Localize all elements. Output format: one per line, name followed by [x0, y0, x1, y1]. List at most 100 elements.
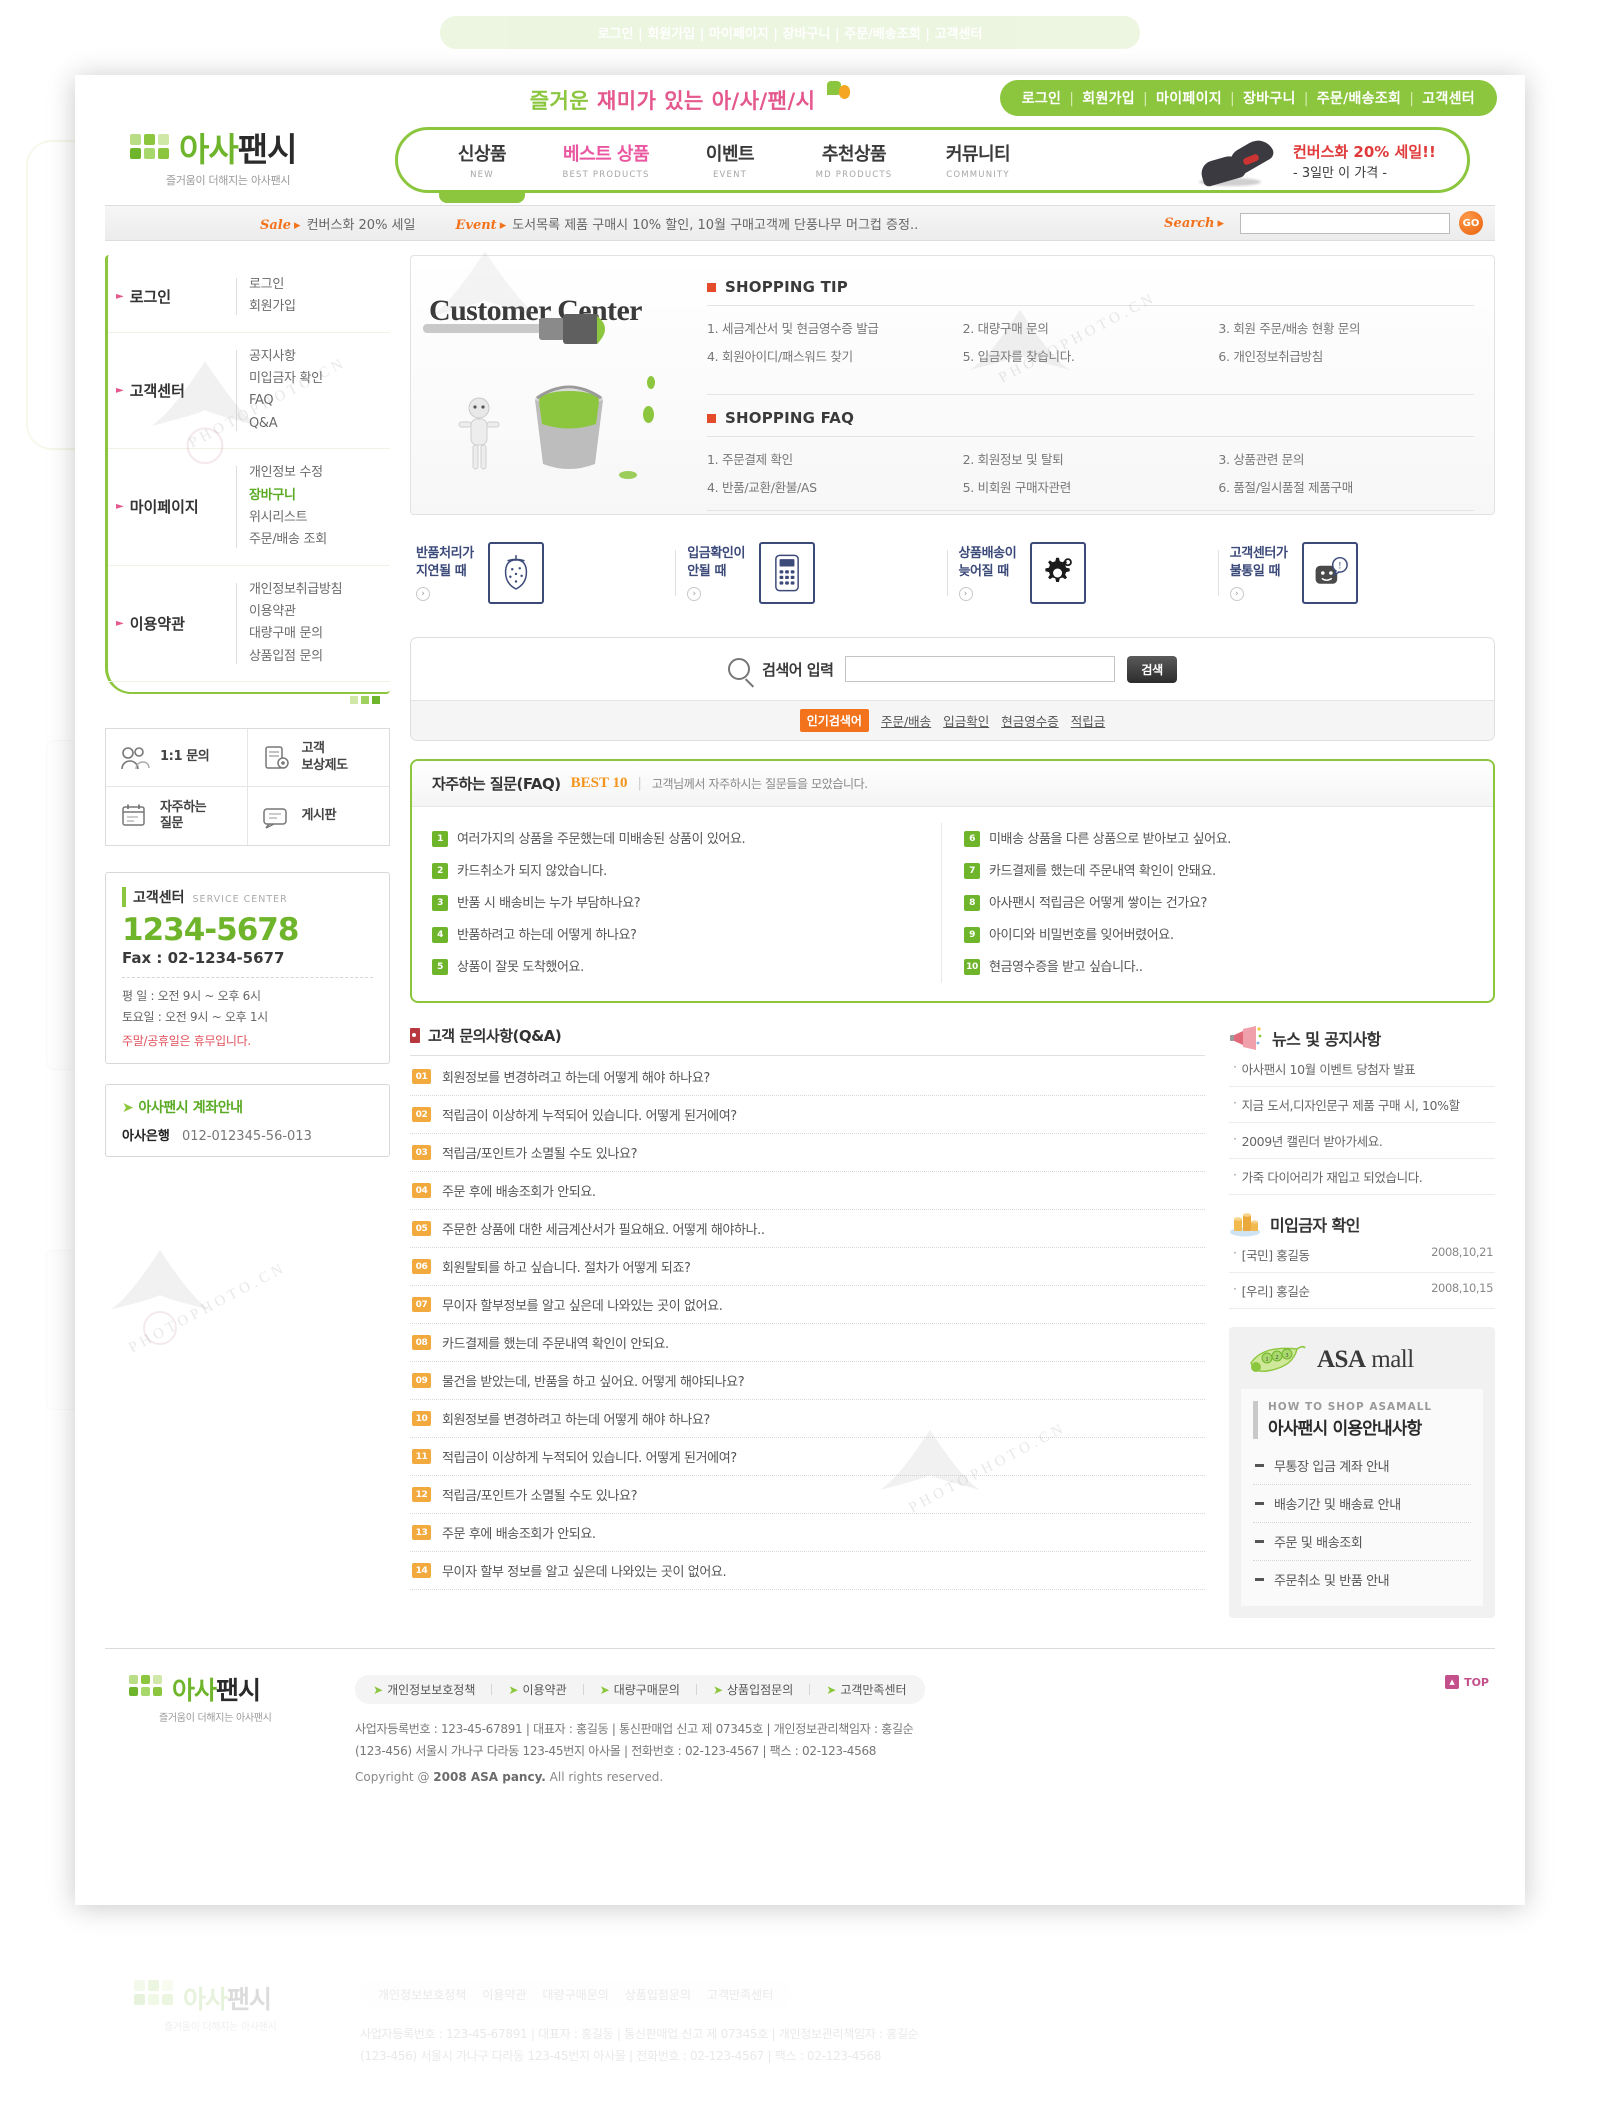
qna-item[interactable]: 10 회원정보를 변경하려고 하는데 어떻게 해야 하나요?	[410, 1400, 1205, 1438]
qna-item[interactable]: 07 무이자 할부정보를 알고 싶은데 나와있는 곳이 없어요.	[410, 1286, 1205, 1324]
sidebar-link-order-tracking[interactable]: 주문/배송 조회	[249, 529, 327, 551]
top-link-login[interactable]: 로그인	[1022, 91, 1062, 107]
sale-text[interactable]: 컨버스화 20% 세일	[307, 218, 416, 233]
asamall-link[interactable]: 배송기간 및 배송료 안내	[1253, 1485, 1471, 1523]
news-item[interactable]: · 지금 도서,디자인문구 제품 구매 시, 10%할	[1229, 1087, 1495, 1123]
qna-item[interactable]: 05 주문한 상품에 대한 세금계산서가 필요해요. 어떻게 해야하나..	[410, 1210, 1205, 1248]
faq-search-input[interactable]	[845, 656, 1116, 682]
footer-link-terms[interactable]: ➤ 이용약관	[508, 1681, 566, 1698]
scroll-to-top-button[interactable]: ▲ TOP	[1445, 1675, 1489, 1689]
sidebar-head-mypage[interactable]: ► 마이페이지	[116, 462, 236, 551]
shopping-faq-item[interactable]: 3. 상품관련 문의	[1218, 449, 1474, 468]
faq-search-button[interactable]: 검색	[1127, 655, 1177, 683]
shopping-tip-item[interactable]: 1. 세금계산서 및 현금영수증 발급	[707, 318, 963, 337]
qna-item[interactable]: 02 적립금이 이상하게 누적되어 있습니다. 어떻게 된거에여?	[410, 1096, 1205, 1134]
help-shortcut-return[interactable]: 반품처리가 지연될 때 ›	[410, 542, 681, 604]
sidebar-head-customer-center[interactable]: ► 고객센터	[116, 346, 236, 435]
faq-item[interactable]: 6 미배송 상품을 다른 상품으로 받아보고 싶어요.	[964, 823, 1473, 855]
shopping-tip-item[interactable]: 2. 대량구매 문의	[963, 318, 1219, 337]
keyword-cash-receipt[interactable]: 현금영수증	[1001, 711, 1059, 730]
sidebar-head-terms[interactable]: ► 이용약관	[116, 579, 236, 668]
sidebar-link-signup[interactable]: 회원가입	[249, 296, 296, 318]
unpaid-row[interactable]: · [우리] 홍길순 2008,10,15	[1229, 1273, 1495, 1309]
qna-item[interactable]: 09 물건을 받았는데, 반품을 하고 싶어요. 어떻게 해야되나요?	[410, 1362, 1205, 1400]
keyword-payment-check[interactable]: 입금확인	[943, 711, 989, 730]
qna-item[interactable]: 12 적립금/포인트가 소멸될 수도 있나요?	[410, 1476, 1205, 1514]
faq-item[interactable]: 5 상품이 잘못 도착했어요.	[432, 951, 941, 983]
faq-item[interactable]: 9 아이디와 비밀번호를 잊어버렸어요.	[964, 919, 1473, 951]
top-utility-links[interactable]: 로그인 | 회원가입 | 마이페이지 | 장바구니 | 주문/배송조회 | 고객센터	[999, 80, 1497, 116]
help-shortcut-contact[interactable]: 고객센터가 불통일 때 › !	[1217, 542, 1495, 604]
faq-item[interactable]: 2 카드취소가 되지 않았습니다.	[432, 855, 941, 887]
footer-link-bulk[interactable]: ➤ 대량구매문의	[600, 1681, 680, 1698]
faq-item[interactable]: 10 현금영수증을 받고 싶습니다..	[964, 951, 1473, 983]
quick-link-faq[interactable]: 자주하는 질문	[106, 787, 248, 846]
qna-item[interactable]: 01 회원정보를 변경하려고 하는데 어떻게 해야 하나요?	[410, 1058, 1205, 1096]
faq-item[interactable]: 3 반품 시 배송비는 누가 부담하나요?	[432, 887, 941, 919]
nav-item-best[interactable]: 베스트 상품 BEST PRODUCTS	[544, 140, 668, 180]
qna-item[interactable]: 04 주문 후에 배송조회가 안되요.	[410, 1172, 1205, 1210]
nav-item-md[interactable]: 추천상품 MD PRODUCTS	[792, 140, 916, 180]
chevron-right-icon[interactable]: ›	[416, 587, 430, 602]
faq-item[interactable]: 8 아사팬시 적립금은 어떻게 쌓이는 건가요?	[964, 887, 1473, 919]
top-link-cart[interactable]: 장바구니	[1243, 91, 1296, 107]
shopping-faq-item[interactable]: 2. 회원정보 및 탈퇴	[963, 449, 1219, 468]
event-text[interactable]: 도서목록 제품 구매시 10% 할인, 10월 구매고객께 단풍나무 머그컵 증…	[512, 218, 918, 233]
shopping-tip-item[interactable]: 5. 입금자를 찾습니다.	[963, 346, 1219, 365]
top-link-order-tracking[interactable]: 주문/배송조회	[1317, 91, 1402, 107]
qna-item[interactable]: 11 적립금이 이상하게 누적되어 있습니다. 어떻게 된거에여?	[410, 1438, 1205, 1476]
top-link-mypage[interactable]: 마이페이지	[1156, 91, 1222, 107]
faq-item[interactable]: 4 반품하려고 하는데 어떻게 하나요?	[432, 919, 941, 951]
shopping-faq-item[interactable]: 4. 반품/교환/환불/AS	[707, 477, 963, 496]
asamall-link[interactable]: 무통장 입금 계좌 안내	[1253, 1447, 1471, 1485]
keyword-order-delivery[interactable]: 주문/배송	[881, 711, 931, 730]
sidebar-link-wishlist[interactable]: 위시리스트	[249, 507, 327, 529]
footer-link-privacy[interactable]: ➤ 개인정보보호정책	[373, 1681, 475, 1698]
qna-item[interactable]: 14 무이자 할부 정보를 알고 싶은데 나와있는 곳이 없어요.	[410, 1552, 1205, 1590]
qna-item[interactable]: 06 회원탈퇴를 하고 싶습니다. 절차가 어떻게 되죠?	[410, 1248, 1205, 1286]
help-shortcut-delivery[interactable]: 상품배송이 늦어질 때 ›	[946, 542, 1224, 604]
qna-item[interactable]: 08 카드결제를 했는데 주문내역 확인이 안되요.	[410, 1324, 1205, 1362]
sidebar-link-login[interactable]: 로그인	[249, 274, 296, 296]
shopping-faq-item[interactable]: 6. 품절/일시품절 제품구매	[1218, 477, 1474, 496]
site-logo[interactable]: 아사팬시 즐거움이 더해지는 아사팬시	[130, 133, 380, 188]
header-promo-banner[interactable]: 컨버스화 20% 세일!! - 3일만 이 가격 -	[1195, 134, 1457, 190]
asamall-link[interactable]: 주문취소 및 반품 안내	[1253, 1561, 1471, 1598]
help-shortcut-payment[interactable]: 입금확인이 안될 때 ›	[675, 542, 952, 604]
quick-link-board[interactable]: 게시판	[248, 787, 390, 845]
asamall-link[interactable]: 주문 및 배송조회	[1253, 1523, 1471, 1561]
sidebar-link-vendor[interactable]: 상품입점 문의	[249, 646, 342, 668]
sidebar-link-bulk-order[interactable]: 대량구매 문의	[249, 623, 342, 645]
sidebar-link-cart[interactable]: 장바구니	[249, 485, 327, 507]
news-item[interactable]: · 아사팬시 10월 이벤트 당첨자 발표	[1229, 1051, 1495, 1087]
footer-link-satisfaction[interactable]: ➤ 고객만족센터	[826, 1681, 906, 1698]
shopping-tip-item[interactable]: 6. 개인정보취급방침	[1218, 346, 1474, 365]
faq-item[interactable]: 1 여러가지의 상품을 주문했는데 미배송된 상품이 있어요.	[432, 823, 941, 855]
shopping-faq-item[interactable]: 1. 주문결제 확인	[707, 449, 963, 468]
sidebar-link-terms[interactable]: 이용약관	[249, 601, 342, 623]
news-item[interactable]: · 가죽 다이어리가 재입고 되었습니다.	[1229, 1159, 1495, 1195]
quick-link-compensation[interactable]: 고객 보상제도	[247, 729, 389, 788]
footer-link-vendor[interactable]: ➤ 상품입점문의	[713, 1681, 793, 1698]
sidebar-link-faq[interactable]: FAQ	[249, 390, 323, 412]
faq-item[interactable]: 7 카드결제를 했는데 주문내역 확인이 안돼요.	[964, 855, 1473, 887]
footer-logo[interactable]: 아사팬시 즐거움이 더해지는 아사팬시	[105, 1675, 355, 1784]
sidebar-head-login[interactable]: ► 로그인	[116, 274, 236, 319]
qna-item[interactable]: 03 적립금/포인트가 소멸될 수도 있나요?	[410, 1134, 1205, 1172]
keyword-points[interactable]: 적립금	[1071, 711, 1106, 730]
header-search-input[interactable]	[1240, 212, 1450, 234]
qna-item[interactable]: 13 주문 후에 배송조회가 안되요.	[410, 1514, 1205, 1552]
nav-item-event[interactable]: 이벤트 EVENT	[668, 140, 792, 180]
search-go-button[interactable]: GO	[1459, 211, 1483, 235]
nav-item-community[interactable]: 커뮤니티 COMMUNITY	[916, 140, 1040, 180]
sidebar-link-notice[interactable]: 공지사항	[249, 346, 323, 368]
nav-item-new[interactable]: 신상품 NEW	[420, 140, 544, 180]
chevron-right-icon[interactable]: ›	[1229, 587, 1244, 602]
unpaid-row[interactable]: · [국민] 홍길동 2008,10,21	[1229, 1237, 1495, 1273]
sidebar-link-privacy[interactable]: 개인정보취급방침	[249, 579, 343, 601]
news-item[interactable]: · 2009년 캘린더 받아가세요.	[1229, 1123, 1495, 1159]
shopping-faq-item[interactable]: 5. 비회원 구매자관련	[963, 477, 1219, 496]
shopping-tip-item[interactable]: 4. 회원아이디/패스워드 찾기	[707, 346, 963, 365]
top-link-signup[interactable]: 회원가입	[1082, 91, 1135, 107]
chevron-right-icon[interactable]: ›	[687, 587, 702, 602]
